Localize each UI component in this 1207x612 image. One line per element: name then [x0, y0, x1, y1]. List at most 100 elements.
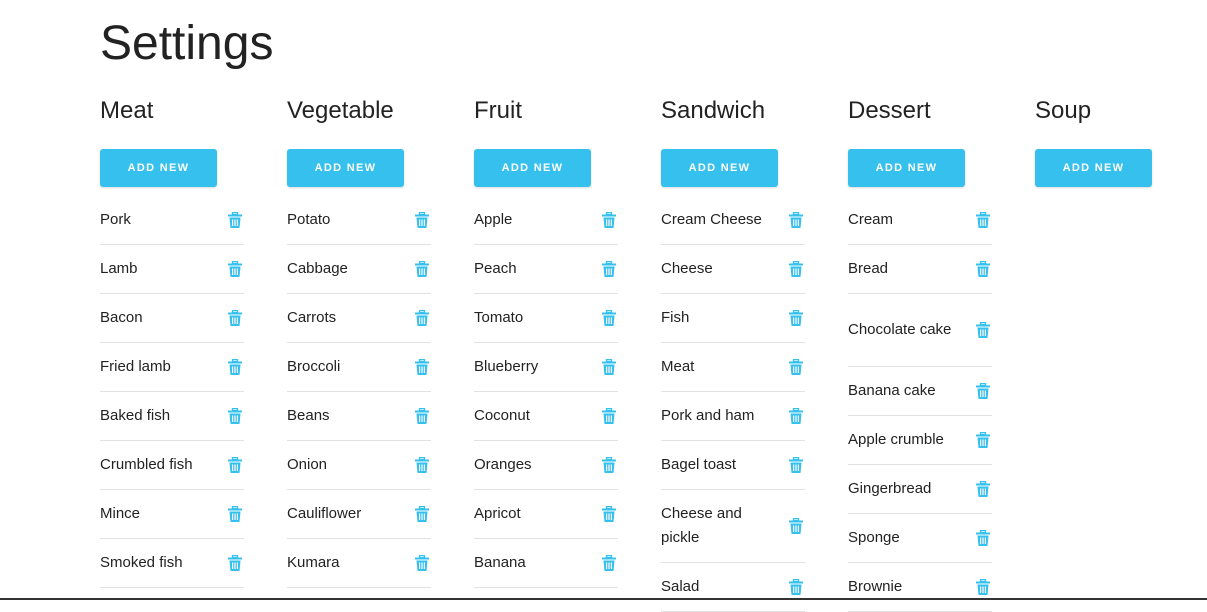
list-item: Baked fish: [100, 392, 244, 441]
add-new-button[interactable]: ADD NEW: [661, 149, 778, 187]
trash-icon[interactable]: [602, 212, 616, 228]
item-label: Blueberry: [474, 358, 539, 375]
list-item: Meat: [661, 343, 805, 392]
trash-icon[interactable]: [976, 322, 990, 338]
trash-icon[interactable]: [415, 457, 429, 473]
item-label: Chocolate cake: [848, 321, 952, 338]
trash-icon[interactable]: [789, 359, 803, 375]
item-label: Baked fish: [100, 407, 171, 424]
trash-icon[interactable]: [789, 579, 803, 595]
item-label: Bread: [848, 260, 889, 277]
list-item: Cheese: [661, 245, 805, 294]
item-label: Oranges: [474, 456, 532, 473]
trash-icon[interactable]: [789, 261, 803, 277]
list-item: Salad: [661, 563, 805, 612]
add-new-button[interactable]: ADD NEW: [848, 149, 965, 187]
column-title: Vegetable: [287, 97, 394, 124]
column-soup: Soup ADD NEW: [1035, 95, 1179, 187]
list-item: Gingerbread: [848, 465, 992, 514]
trash-icon[interactable]: [228, 212, 242, 228]
list-item: Kumara: [287, 539, 431, 588]
list-item: Apple crumble: [848, 416, 992, 465]
trash-icon[interactable]: [789, 408, 803, 424]
item-label: Banana cake: [848, 382, 936, 399]
column-title: Dessert: [848, 97, 931, 124]
list-item: Crumbled fish: [100, 441, 244, 490]
trash-icon[interactable]: [602, 359, 616, 375]
trash-icon[interactable]: [228, 506, 242, 522]
item-label: Pork: [100, 211, 131, 228]
list-item: Peach: [474, 245, 618, 294]
item-label: Gingerbread: [848, 480, 932, 497]
trash-icon[interactable]: [228, 310, 242, 326]
item-list: Apple Peach Tomato Blueberry Coconut Oranges A…: [474, 196, 618, 588]
item-label: Potato: [287, 211, 331, 228]
trash-icon[interactable]: [228, 359, 242, 375]
item-label: Peach: [474, 260, 517, 277]
trash-icon[interactable]: [228, 457, 242, 473]
trash-icon[interactable]: [415, 408, 429, 424]
item-label: Coconut: [474, 407, 530, 424]
add-new-button[interactable]: ADD NEW: [100, 149, 217, 187]
trash-icon[interactable]: [789, 457, 803, 473]
item-label: Kumara: [287, 554, 340, 571]
trash-icon[interactable]: [415, 555, 429, 571]
item-label: Brownie: [848, 578, 903, 595]
item-label: Tomato: [474, 309, 524, 326]
list-item: Mince: [100, 490, 244, 539]
item-label: Fried lamb: [100, 358, 171, 375]
list-item: Sponge: [848, 514, 992, 563]
item-label: Onion: [287, 456, 328, 473]
column-sandwich: Sandwich ADD NEW Cream Cheese Cheese Fish M…: [661, 95, 805, 612]
add-new-button[interactable]: ADD NEW: [287, 149, 404, 187]
list-item: Lamb: [100, 245, 244, 294]
column-title: Meat: [100, 97, 154, 124]
trash-icon[interactable]: [415, 506, 429, 522]
trash-icon[interactable]: [976, 261, 990, 277]
trash-icon[interactable]: [976, 579, 990, 595]
trash-icon[interactable]: [415, 261, 429, 277]
list-item: Carrots: [287, 294, 431, 343]
item-list: Cream Bread Chocolate cake Banana cake Apple…: [848, 196, 992, 612]
page-title: Settings: [100, 17, 274, 70]
list-item: Cream: [848, 196, 992, 245]
trash-icon[interactable]: [976, 530, 990, 546]
trash-icon[interactable]: [602, 408, 616, 424]
trash-icon[interactable]: [415, 359, 429, 375]
list-item: Bagel toast: [661, 441, 805, 490]
item-label: Apple: [474, 211, 513, 228]
trash-icon[interactable]: [228, 408, 242, 424]
add-new-button[interactable]: ADD NEW: [1035, 149, 1152, 187]
trash-icon[interactable]: [602, 555, 616, 571]
list-item: Cream Cheese: [661, 196, 805, 245]
trash-icon[interactable]: [789, 212, 803, 228]
item-label: Crumbled fish: [100, 456, 193, 473]
trash-icon[interactable]: [976, 212, 990, 228]
trash-icon[interactable]: [602, 506, 616, 522]
item-label: Carrots: [287, 309, 337, 326]
list-item: Onion: [287, 441, 431, 490]
list-item: Fish: [661, 294, 805, 343]
trash-icon[interactable]: [415, 310, 429, 326]
list-item: Banana cake: [848, 367, 992, 416]
list-item: Beans: [287, 392, 431, 441]
list-item: Pork and ham: [661, 392, 805, 441]
trash-icon[interactable]: [602, 261, 616, 277]
trash-icon[interactable]: [789, 310, 803, 326]
list-item: Potato: [287, 196, 431, 245]
item-label: Broccoli: [287, 358, 341, 375]
column-title: Fruit: [474, 97, 522, 124]
list-item: Bread: [848, 245, 992, 294]
trash-icon[interactable]: [602, 457, 616, 473]
trash-icon[interactable]: [228, 555, 242, 571]
trash-icon[interactable]: [976, 383, 990, 399]
trash-icon[interactable]: [789, 518, 803, 534]
trash-icon[interactable]: [228, 261, 242, 277]
trash-icon[interactable]: [976, 432, 990, 448]
add-new-button[interactable]: ADD NEW: [474, 149, 591, 187]
item-label: Apricot: [474, 505, 521, 522]
trash-icon[interactable]: [415, 212, 429, 228]
trash-icon[interactable]: [976, 481, 990, 497]
trash-icon[interactable]: [602, 310, 616, 326]
list-item: Coconut: [474, 392, 618, 441]
